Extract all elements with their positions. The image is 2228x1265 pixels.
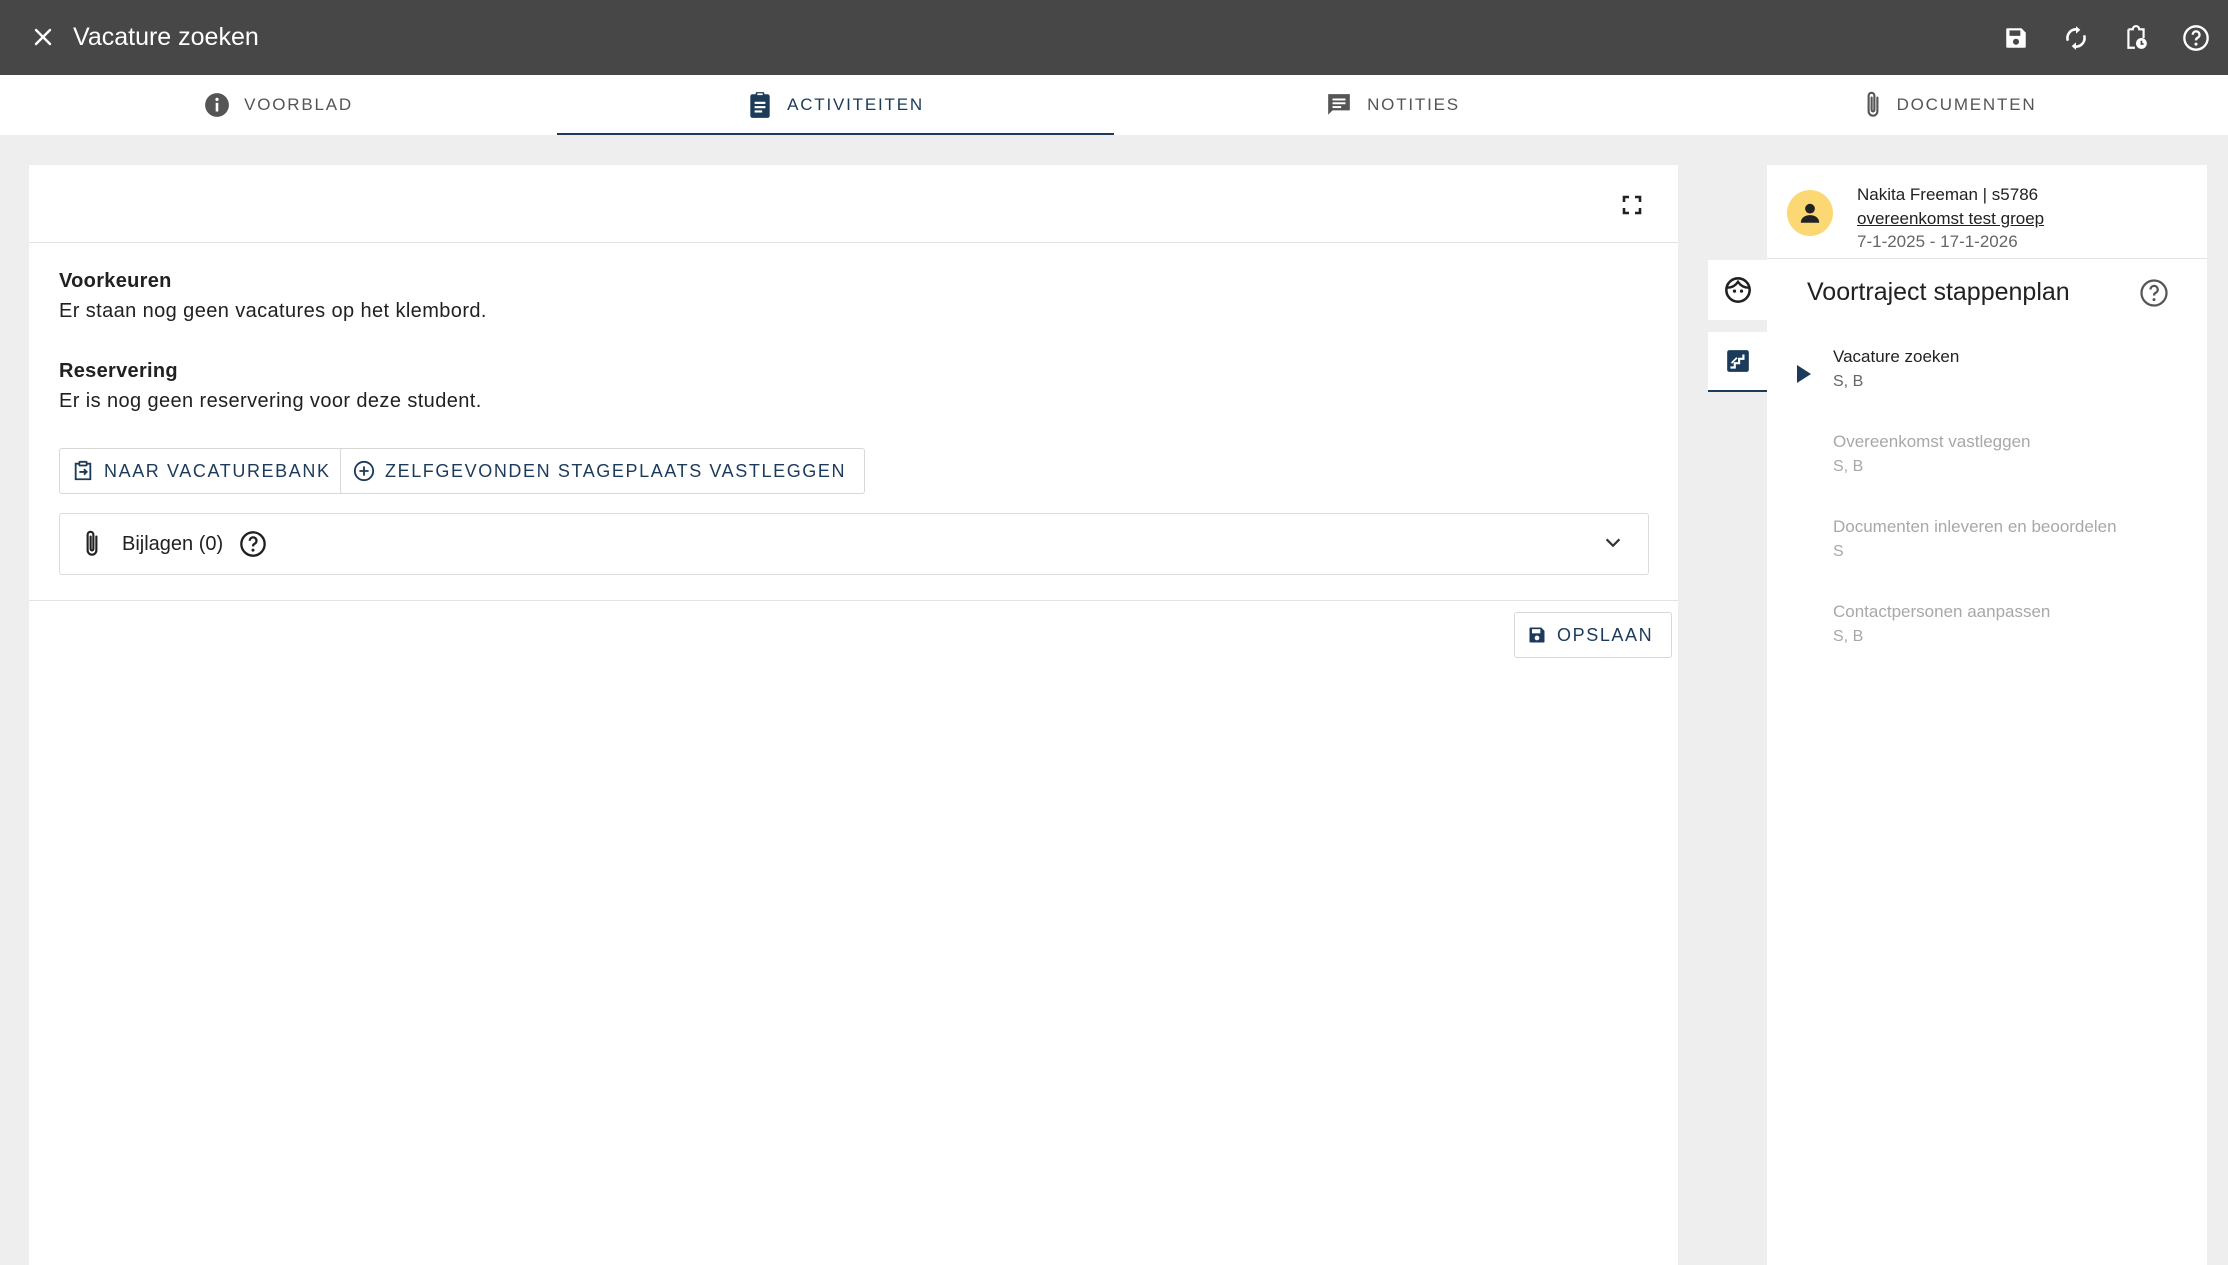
- close-button[interactable]: [26, 20, 60, 54]
- notes-icon: [1328, 94, 1350, 115]
- step-title: Overeenkomst vastleggen: [1833, 432, 2031, 451]
- step-overeenkomst-vastleggen[interactable]: Overeenkomst vastleggen S, B: [1833, 432, 2031, 476]
- zelfgevonden-stageplaats-button[interactable]: ZELFGEVONDEN STAGEPLAATS VASTLEGGEN: [340, 448, 866, 494]
- close-icon: [34, 28, 52, 46]
- student-info: Nakita Freeman | s5786 overeenkomst test…: [1767, 165, 2207, 259]
- step-contactpersonen-aanpassen[interactable]: Contactpersonen aanpassen S, B: [1833, 602, 2050, 646]
- chevron-down-icon: [1605, 538, 1621, 548]
- tab-documenten[interactable]: DOCUMENTEN: [1671, 75, 2228, 135]
- bijlagen-label: Bijlagen (0): [122, 532, 224, 555]
- stairs-icon: [1727, 350, 1749, 372]
- naar-vacaturebank-label: NAAR VACATUREBANK: [104, 460, 331, 481]
- page-title: Vacature zoeken: [73, 23, 259, 51]
- help-circle-icon[interactable]: [2139, 278, 2169, 308]
- zelfgevonden-stageplaats-label: ZELFGEVONDEN STAGEPLAATS VASTLEGGEN: [385, 460, 847, 481]
- step-roles: S, B: [1833, 458, 1864, 475]
- tab-activiteiten[interactable]: ACTIVITEITEN: [557, 75, 1114, 135]
- help-icon: [2183, 25, 2209, 51]
- step-title: Vacature zoeken: [1833, 347, 1960, 366]
- student-name: Nakita Freeman | s5786: [1857, 185, 2039, 204]
- opslaan-label: OPSLAAN: [1557, 624, 1654, 645]
- info-icon: [205, 93, 229, 117]
- side-tab-bar: [1708, 260, 1768, 404]
- voorkeuren-section: Voorkeuren Er staan nog geen vacatures o…: [59, 270, 487, 323]
- section-divider: [29, 600, 1678, 601]
- refresh-button[interactable]: [2054, 16, 2098, 60]
- group-link[interactable]: overeenkomst test groep: [1857, 209, 2044, 229]
- tab-label: ACTIVITEITEN: [787, 95, 924, 114]
- reservering-section: Reservering Er is nog geen reservering v…: [59, 360, 482, 413]
- help-button[interactable]: [2174, 16, 2218, 60]
- person-icon: [1800, 203, 1820, 223]
- bijlagen-expander[interactable]: Bijlagen (0): [59, 513, 1649, 575]
- card-toolbar: [29, 165, 1678, 243]
- save-icon: [2006, 28, 2026, 48]
- tab-voorblad[interactable]: VOORBLAD: [0, 75, 557, 135]
- step-title: Documenten inleveren en beoordelen: [1833, 517, 2117, 536]
- header-actions: [1994, 16, 2218, 60]
- tab-label: VOORBLAD: [244, 95, 353, 114]
- step-vacature-zoeken[interactable]: Vacature zoeken S, B: [1833, 347, 1959, 391]
- step-roles: S, B: [1833, 373, 1864, 390]
- opslaan-button[interactable]: OPSLAAN: [1514, 612, 1673, 658]
- clipboard-history-button[interactable]: [2114, 16, 2158, 60]
- help-circle-icon[interactable]: [239, 530, 267, 558]
- step-documenten-inleveren[interactable]: Documenten inleveren en beoordelen S: [1833, 517, 2117, 561]
- voorkeuren-heading: Voorkeuren: [59, 270, 172, 292]
- avatar: [1787, 190, 1833, 236]
- tab-bar: VOORBLAD ACTIVITEITEN NOTITIES DOCUMENTE…: [0, 75, 2228, 135]
- paperclip-icon: [1867, 91, 1879, 117]
- voorkeuren-text: Er staan nog geen vacatures op het klemb…: [59, 300, 487, 322]
- save-icon: [1529, 627, 1545, 643]
- refresh-icon: [2066, 26, 2086, 50]
- face-icon: [1725, 277, 1751, 303]
- reservering-text: Er is nog geen reservering voor deze stu…: [59, 390, 482, 412]
- tab-notities[interactable]: NOTITIES: [1114, 75, 1671, 135]
- paperclip-icon: [86, 530, 98, 556]
- step-roles: S: [1833, 543, 1844, 560]
- add-circle-icon: [353, 460, 375, 482]
- period-dates: 7-1-2025 - 17-1-2026: [1857, 232, 2018, 251]
- tab-label: NOTITIES: [1367, 95, 1460, 114]
- tab-label: DOCUMENTEN: [1896, 95, 2037, 114]
- plan-title: Voortraject stappenplan: [1807, 278, 2070, 306]
- fullscreen-icon: [1622, 195, 1642, 215]
- step-title: Contactpersonen aanpassen: [1833, 602, 2051, 621]
- stappenplan-panel: Nakita Freeman | s5786 overeenkomst test…: [1767, 165, 2207, 1265]
- clipboard-clock-icon: [2127, 25, 2147, 49]
- activities-card: Voorkeuren Er staan nog geen vacatures o…: [29, 165, 1678, 1265]
- save-header-button[interactable]: [1994, 16, 2038, 60]
- reservering-heading: Reservering: [59, 360, 178, 382]
- side-tab-stappenplan[interactable]: [1708, 332, 1768, 392]
- clipboard-arrow-icon: [74, 460, 92, 481]
- play-arrow-icon: [1797, 365, 1811, 383]
- fullscreen-button[interactable]: [1616, 189, 1648, 221]
- side-tab-student[interactable]: [1708, 260, 1768, 320]
- clipboard-icon: [750, 92, 770, 118]
- app-header: Vacature zoeken: [0, 0, 2228, 75]
- step-roles: S, B: [1833, 628, 1864, 645]
- naar-vacaturebank-button[interactable]: NAAR VACATUREBANK: [59, 448, 350, 494]
